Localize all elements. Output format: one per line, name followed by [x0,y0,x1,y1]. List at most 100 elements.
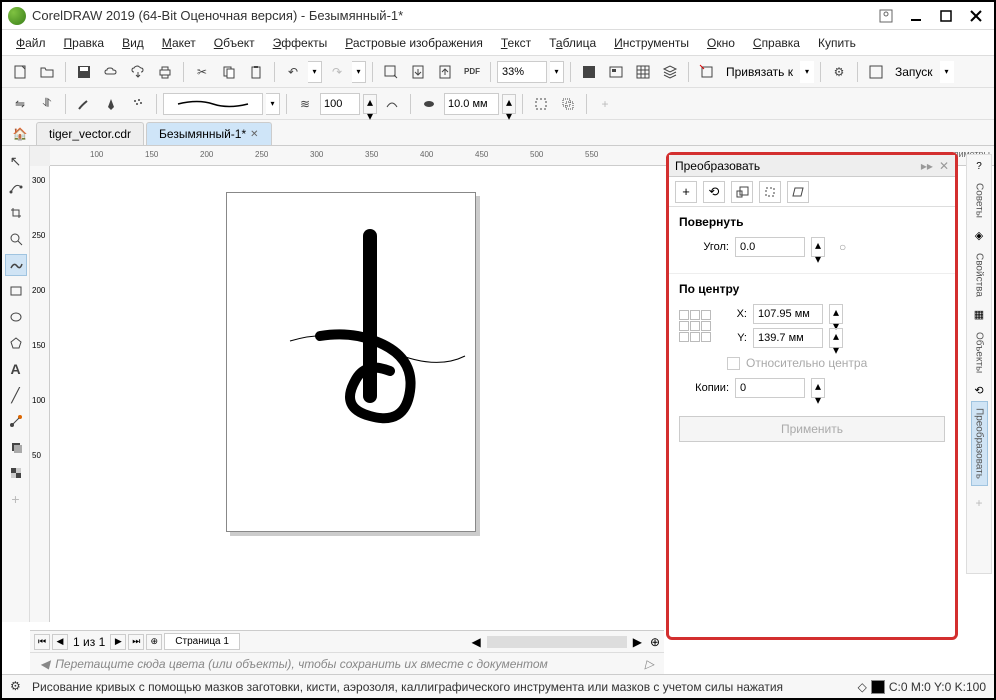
menu-table[interactable]: Таблица [541,33,604,53]
grid-button[interactable] [631,60,655,84]
polygon-tool[interactable] [5,332,27,354]
page-prev-icon[interactable]: ◀ [52,634,68,650]
text-tool[interactable]: A [5,358,27,380]
page-add-icon[interactable]: ⊕ [146,634,162,650]
search-tool-button[interactable] [379,60,403,84]
stroke-preset-dropdown[interactable]: ▾ [266,93,280,115]
menu-effects[interactable]: Эффекты [265,33,336,53]
tab-untitled[interactable]: Безымянный-1*✕ [146,122,271,145]
rectangle-tool[interactable] [5,280,27,302]
menu-text[interactable]: Текст [493,33,539,53]
maximize-button[interactable] [934,6,958,26]
connector-tool[interactable] [5,410,27,432]
transform-skew-icon[interactable] [787,181,809,203]
save-button[interactable] [72,60,96,84]
status-gear-icon[interactable]: ⚙ [10,679,26,695]
spray-tool-icon[interactable] [126,92,150,116]
shadow-tool[interactable] [5,436,27,458]
pdf-button[interactable]: PDF [460,60,484,84]
home-tab-icon[interactable]: 🏠 [8,123,32,145]
palette-prev-icon[interactable]: ◀ [40,657,49,671]
print-button[interactable] [153,60,177,84]
vtab-objects[interactable]: Объекты [971,325,988,380]
mirror-v-icon[interactable]: ⥯ [35,92,59,116]
transform-size-icon[interactable] [759,181,781,203]
status-outline-icon[interactable]: ◇ [858,680,867,694]
shape-tool[interactable] [5,176,27,198]
select-overlap-icon[interactable] [556,92,580,116]
nib-size-input[interactable] [444,93,499,115]
angle-direction-icon[interactable]: ○ [839,240,846,254]
angle-spinner[interactable]: ▴▾ [811,237,825,257]
transform-position-icon[interactable]: + [675,181,697,203]
menu-view[interactable]: Вид [114,33,152,53]
cut-button[interactable]: ✂ [190,60,214,84]
docker-objects-icon[interactable]: ▦ [974,308,984,321]
docker-transform-icon[interactable]: ⟲ [974,384,983,397]
apply-button[interactable]: Применить [679,416,945,442]
y-input[interactable] [753,328,823,348]
add-docker-icon[interactable]: + [975,496,982,510]
copy-button[interactable] [217,60,241,84]
close-button[interactable] [964,6,988,26]
page-last-icon[interactable]: ⏭ [128,634,144,650]
menu-edit[interactable]: Правка [56,33,113,53]
mirror-h-icon[interactable]: ⇋ [8,92,32,116]
export-button[interactable] [433,60,457,84]
nib-size-spinner[interactable]: ▴▾ [502,94,516,114]
document-palette[interactable]: ◀ Перетащите сюда цвета (или объекты), ч… [30,652,664,674]
undo-dropdown[interactable]: ▾ [308,61,322,83]
page-first-icon[interactable]: ⏮ [34,634,50,650]
transform-scale-icon[interactable] [731,181,753,203]
layers-button[interactable] [658,60,682,84]
brush-tool-icon[interactable] [72,92,96,116]
menu-layout[interactable]: Макет [154,33,204,53]
menu-buy[interactable]: Купить [810,33,864,53]
snap-icon[interactable] [695,60,719,84]
menu-bitmaps[interactable]: Растровые изображения [337,33,491,53]
docker-title[interactable]: Преобразовать ▸▸ ✕ [669,155,955,177]
vtab-transform[interactable]: Преобразовать [971,401,988,486]
options-button[interactable]: ⚙ [827,60,851,84]
fullscreen-button[interactable] [577,60,601,84]
menu-window[interactable]: Окно [699,33,743,53]
transparency-tool[interactable] [5,462,27,484]
palette-next-icon[interactable]: ▷ [645,657,654,671]
import-button[interactable] [406,60,430,84]
vertical-ruler[interactable]: 300 250 200 150 100 50 [30,166,50,622]
stroke-width-input[interactable] [320,93,360,115]
launch-dropdown[interactable]: ▾ [940,61,954,83]
vtab-hints[interactable]: Советы [971,176,988,225]
docker-close-icon[interactable]: ✕ [939,159,949,173]
menu-file[interactable]: Файл [8,33,54,53]
x-spinner[interactable]: ▴▾ [829,304,843,324]
paste-button[interactable] [244,60,268,84]
bounding-box-icon[interactable] [529,92,553,116]
cloud-down-button[interactable] [126,60,150,84]
tab-close-icon[interactable]: ✕ [250,129,258,140]
navigator-icon[interactable]: ⊕ [650,635,660,649]
docker-collapse-icon[interactable]: ▸▸ [921,159,933,173]
x-input[interactable] [753,304,823,324]
menu-tools[interactable]: Инструменты [606,33,697,53]
vtab-properties[interactable]: Свойства [971,246,988,304]
minimize-button[interactable] [904,6,928,26]
crop-tool[interactable] [5,202,27,224]
page-next-icon[interactable]: ▶ [110,634,126,650]
add-tool[interactable]: + [5,488,27,510]
ellipse-tool[interactable] [5,306,27,328]
transform-rotate-icon[interactable]: ⟲ [703,181,725,203]
cloud-button[interactable] [99,60,123,84]
docker-properties-icon[interactable]: ◈ [975,229,983,242]
smoothing-icon[interactable] [380,92,404,116]
hscroll-right-icon[interactable]: ▶ [633,635,642,649]
snap-dropdown[interactable]: ▾ [800,61,814,83]
zoom-dropdown[interactable]: ▾ [550,61,564,83]
angle-input[interactable] [735,237,805,257]
stroke-width-spinner[interactable]: ▴▾ [363,94,377,114]
copies-input[interactable] [735,378,805,398]
relative-checkbox[interactable] [727,357,740,370]
status-fill-swatch[interactable] [871,680,885,694]
zoom-input[interactable] [497,61,547,83]
nib-tool-icon[interactable] [99,92,123,116]
